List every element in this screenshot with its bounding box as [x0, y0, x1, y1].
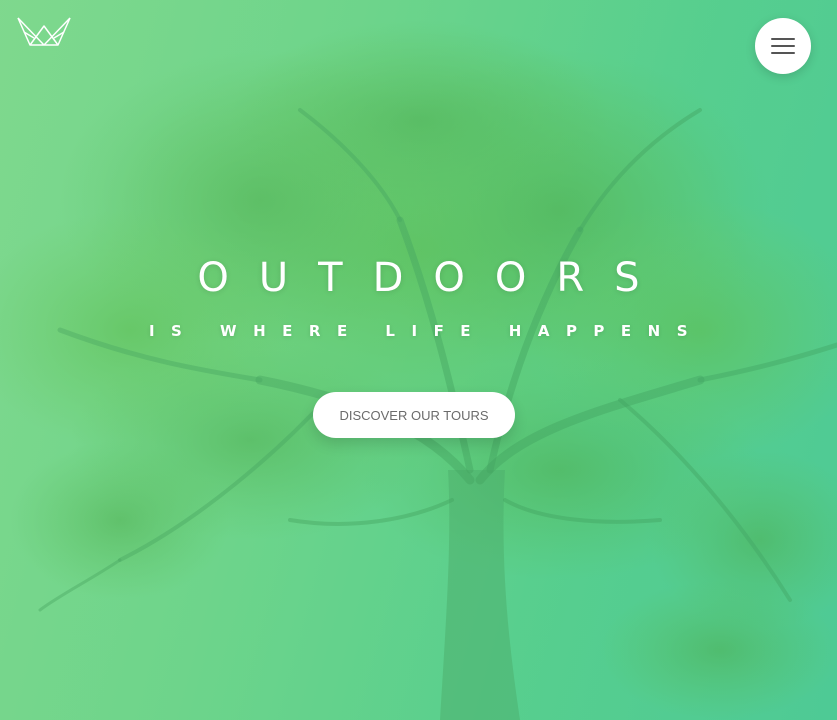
hamburger-menu-icon	[771, 38, 795, 54]
hero-title: OUTDOORS	[197, 255, 670, 301]
discover-tours-button[interactable]: DISCOVER OUR TOURS	[313, 392, 515, 438]
menu-button[interactable]	[755, 18, 811, 74]
hero-section: OUTDOORS IS WHERE LIFE HAPPENS DISCOVER …	[0, 0, 837, 720]
hero-subtitle: IS WHERE LIFE HAPPENS	[148, 322, 705, 340]
color-overlay	[0, 0, 837, 720]
crown-logo-icon[interactable]	[16, 16, 72, 48]
